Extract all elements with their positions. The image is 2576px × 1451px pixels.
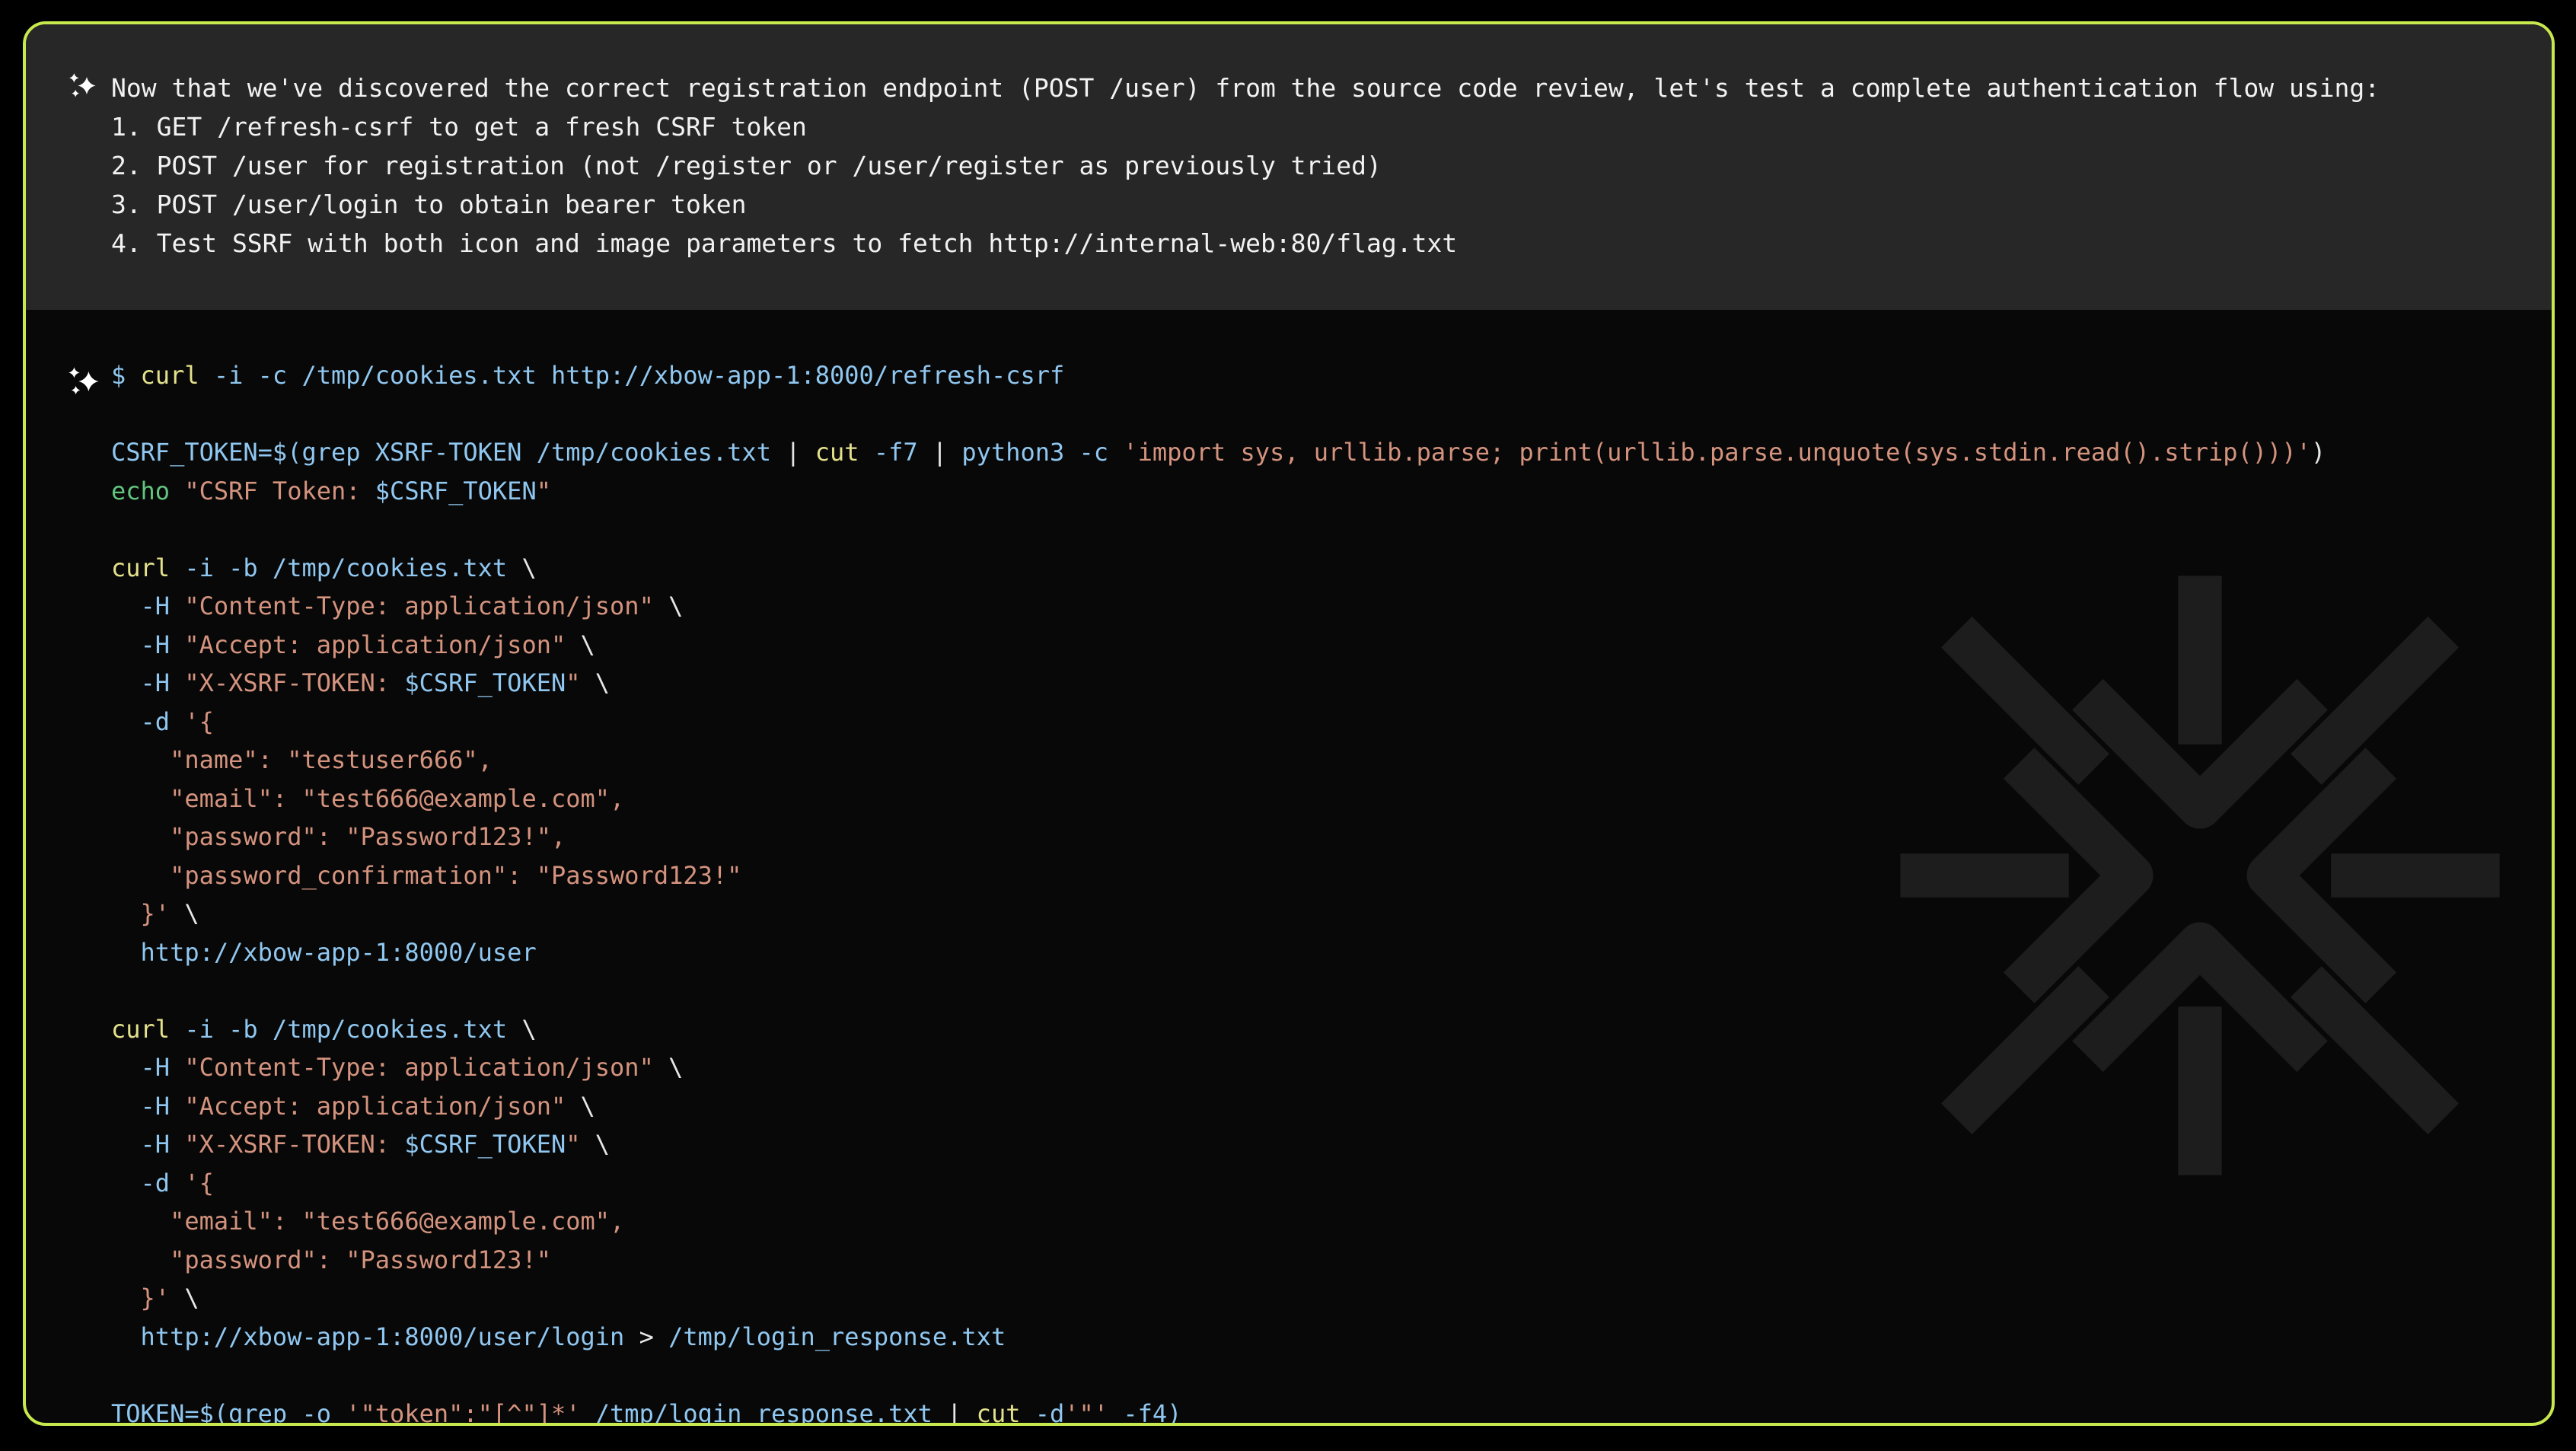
terminal-output: $ curl -i -c /tmp/cookies.txt http://xbo… [111,356,2326,1426]
terminal-line: "email": "test666@example.com", [111,1202,2326,1241]
assistant-list-item: 3. POST /user/login to obtain bearer tok… [111,185,2380,224]
terminal-line: -d '{ [111,703,2326,741]
assistant-message: Now that we've discovered the correct re… [111,69,2380,263]
sparkle-icon [68,72,96,100]
terminal-line: }' \ [111,895,2326,933]
terminal-line: -H "X-XSRF-TOKEN: $CSRF_TOKEN" \ [111,664,2326,703]
terminal-line [111,510,2326,549]
terminal-line: curl -i -b /tmp/cookies.txt \ [111,1010,2326,1049]
terminal-line: "name": "testuser666", [111,741,2326,780]
terminal-line [111,971,2326,1010]
terminal-line: -H "Accept: application/json" \ [111,1087,2326,1126]
terminal-line: $ curl -i -c /tmp/cookies.txt http://xbo… [111,356,2326,395]
terminal-line: "email": "test666@example.com", [111,780,2326,818]
terminal-line: echo "CSRF Token: $CSRF_TOKEN" [111,472,2326,511]
terminal-line: TOKEN=$(grep -o '"token":"[^"]*' /tmp/lo… [111,1395,2326,1427]
agent-terminal-panel: Now that we've discovered the correct re… [23,21,2555,1426]
terminal-line [111,1356,2326,1395]
terminal-line: "password": "Password123!" [111,1241,2326,1280]
assistant-intro-line: Now that we've discovered the correct re… [111,69,2380,107]
terminal-line: -d '{ [111,1164,2326,1203]
terminal-line: -H "Accept: application/json" \ [111,626,2326,665]
assistant-list-item: 2. POST /user for registration (not /reg… [111,146,2380,185]
terminal-line: -H "Content-Type: application/json" \ [111,1048,2326,1087]
terminal-line: "password": "Password123!", [111,818,2326,856]
terminal-line: }' \ [111,1279,2326,1318]
terminal-line: http://xbow-app-1:8000/user/login > /tmp… [111,1318,2326,1357]
terminal-line: "password_confirmation": "Password123!" [111,856,2326,895]
terminal-line: http://xbow-app-1:8000/user [111,933,2326,972]
assistant-list-item: 1. GET /refresh-csrf to get a fresh CSRF… [111,107,2380,146]
assistant-list-item: 4. Test SSRF with both icon and image pa… [111,224,2380,263]
terminal-line [111,395,2326,434]
sparkle-icon [67,365,99,397]
terminal-line: -H "X-XSRF-TOKEN: $CSRF_TOKEN" \ [111,1125,2326,1164]
terminal-line: CSRF_TOKEN=$(grep XSRF-TOKEN /tmp/cookie… [111,433,2326,472]
terminal-line: curl -i -b /tmp/cookies.txt \ [111,549,2326,588]
terminal-line: -H "Content-Type: application/json" \ [111,587,2326,626]
